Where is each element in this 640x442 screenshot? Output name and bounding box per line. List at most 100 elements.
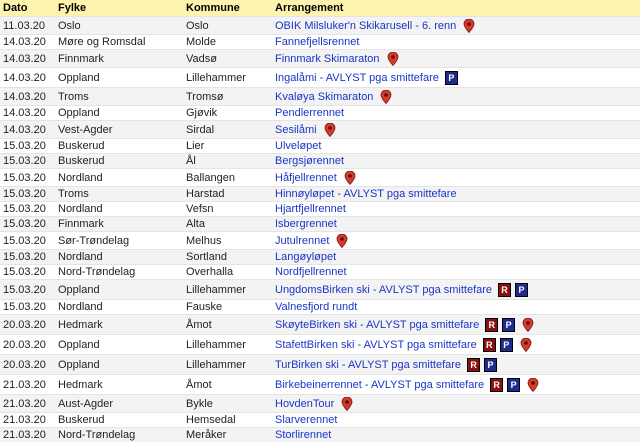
cell-kommune: Ballangen: [183, 169, 272, 187]
cell-date: 15.03.20: [0, 202, 55, 217]
cell-fylke: Aust-Agder: [55, 395, 183, 413]
cell-kommune: Vadsø: [183, 50, 272, 68]
table-row: 15.03.20OpplandLillehammerUngdomsBirken …: [0, 280, 640, 300]
cell-kommune: Lier: [183, 139, 272, 154]
map-pin-icon[interactable]: [344, 171, 356, 185]
event-link[interactable]: Valnesfjord rundt: [275, 301, 357, 313]
cell-arrangement: Jutulrennet: [272, 232, 640, 250]
cell-arrangement: Nordfjellrennet: [272, 265, 640, 280]
cell-fylke: Nord-Trøndelag: [55, 428, 183, 442]
event-link[interactable]: Pendlerrennet: [275, 107, 344, 119]
cell-date: 21.03.20: [0, 375, 55, 395]
cell-fylke: Nordland: [55, 202, 183, 217]
registration-badge-icon[interactable]: R: [498, 283, 511, 297]
parking-badge-icon[interactable]: P: [507, 378, 520, 392]
registration-badge-icon[interactable]: R: [490, 378, 503, 392]
cell-kommune: Oslo: [183, 17, 272, 35]
cell-date: 21.03.20: [0, 428, 55, 442]
event-link[interactable]: Langøyløpet: [275, 251, 336, 263]
event-link[interactable]: Ingalåmi - AVLYST pga smittefare: [275, 71, 439, 83]
table-row: 15.03.20NordlandFauskeValnesfjord rundt: [0, 300, 640, 315]
event-link[interactable]: Hinnøyløpet - AVLYST pga smittefare: [275, 188, 457, 200]
cell-arrangement: Hjartfjellrennet: [272, 202, 640, 217]
header-date[interactable]: Dato: [0, 0, 55, 17]
cell-date: 15.03.20: [0, 232, 55, 250]
cell-date: 20.03.20: [0, 355, 55, 375]
event-link[interactable]: TurBirken ski - AVLYST pga smittefare: [275, 358, 461, 370]
event-link[interactable]: Fannefjellsrennet: [275, 36, 359, 48]
cell-date: 15.03.20: [0, 139, 55, 154]
event-link[interactable]: Sesilåmi: [275, 123, 317, 135]
cell-kommune: Åmot: [183, 315, 272, 335]
event-link[interactable]: StafettBirken ski - AVLYST pga smittefar…: [275, 338, 477, 350]
table-row: 15.03.20NordlandVefsnHjartfjellrennet: [0, 202, 640, 217]
cell-kommune: Sortland: [183, 250, 272, 265]
event-link[interactable]: SkøyteBirken ski - AVLYST pga smittefare: [275, 318, 479, 330]
table-row: 21.03.20Aust-AgderBykleHovdenTour: [0, 395, 640, 413]
map-pin-icon[interactable]: [520, 338, 532, 352]
cell-date: 14.03.20: [0, 35, 55, 50]
cell-arrangement: Pendlerrennet: [272, 106, 640, 121]
registration-badge-icon[interactable]: R: [485, 318, 498, 332]
cell-kommune: Overhalla: [183, 265, 272, 280]
event-link[interactable]: HovdenTour: [275, 397, 334, 409]
event-link[interactable]: Jutulrennet: [275, 234, 329, 246]
event-link[interactable]: Håfjellrennet: [275, 171, 337, 183]
event-link[interactable]: Storlirennet: [275, 429, 331, 441]
header-fylke[interactable]: Fylke: [55, 0, 183, 17]
registration-badge-icon[interactable]: R: [483, 338, 496, 352]
parking-badge-icon[interactable]: P: [500, 338, 513, 352]
table-row: 15.03.20BuskerudÅlBergsjørennet: [0, 154, 640, 169]
event-link[interactable]: Isbergrennet: [275, 218, 337, 230]
table-row: 14.03.20TromsTromsøKvaløya Skimaraton: [0, 88, 640, 106]
parking-badge-icon[interactable]: P: [484, 358, 497, 372]
cell-date: 21.03.20: [0, 413, 55, 428]
event-link[interactable]: Nordfjellrennet: [275, 266, 347, 278]
cell-date: 15.03.20: [0, 169, 55, 187]
cell-arrangement: Håfjellrennet: [272, 169, 640, 187]
cell-fylke: Oppland: [55, 280, 183, 300]
cell-date: 20.03.20: [0, 315, 55, 335]
parking-badge-icon[interactable]: P: [502, 318, 515, 332]
cell-arrangement: Langøyløpet: [272, 250, 640, 265]
cell-kommune: Harstad: [183, 187, 272, 202]
event-link[interactable]: Finnmark Skimaraton: [275, 52, 380, 64]
parking-badge-icon[interactable]: P: [515, 283, 528, 297]
event-link[interactable]: Bergsjørennet: [275, 155, 344, 167]
cell-fylke: Finnmark: [55, 217, 183, 232]
cell-date: 14.03.20: [0, 121, 55, 139]
header-kommune[interactable]: Kommune: [183, 0, 272, 17]
cell-fylke: Møre og Romsdal: [55, 35, 183, 50]
map-pin-icon[interactable]: [463, 19, 475, 33]
cell-arrangement: Hinnøyløpet - AVLYST pga smittefare: [272, 187, 640, 202]
table-row: 14.03.20Vest-AgderSirdalSesilåmi: [0, 121, 640, 139]
cell-arrangement: SkøyteBirken ski - AVLYST pga smittefare…: [272, 315, 640, 335]
table-row: 20.03.20OpplandLillehammerTurBirken ski …: [0, 355, 640, 375]
event-link[interactable]: OBIK Milsluker'n Skikarusell - 6. renn: [275, 19, 456, 31]
map-pin-icon[interactable]: [341, 397, 353, 411]
map-pin-icon[interactable]: [527, 378, 539, 392]
cell-date: 11.03.20: [0, 17, 55, 35]
map-pin-icon[interactable]: [387, 52, 399, 66]
map-pin-icon[interactable]: [336, 234, 348, 248]
cell-fylke: Oppland: [55, 106, 183, 121]
registration-badge-icon[interactable]: R: [467, 358, 480, 372]
cell-date: 15.03.20: [0, 154, 55, 169]
map-pin-icon[interactable]: [380, 90, 392, 104]
cell-arrangement: Ingalåmi - AVLYST pga smittefare P: [272, 68, 640, 88]
table-row: 21.03.20Nord-TrøndelagMeråkerStorlirenne…: [0, 428, 640, 442]
map-pin-icon[interactable]: [324, 123, 336, 137]
cell-kommune: Lillehammer: [183, 68, 272, 88]
cell-date: 15.03.20: [0, 187, 55, 202]
event-link[interactable]: Ulveløpet: [275, 140, 321, 152]
cell-date: 15.03.20: [0, 250, 55, 265]
cell-fylke: Nordland: [55, 169, 183, 187]
header-arrangement[interactable]: Arrangement: [272, 0, 640, 17]
parking-badge-icon[interactable]: P: [445, 71, 458, 85]
event-link[interactable]: Kvaløya Skimaraton: [275, 90, 373, 102]
event-link[interactable]: Birkebeinerrennet - AVLYST pga smittefar…: [275, 378, 484, 390]
event-link[interactable]: UngdomsBirken ski - AVLYST pga smittefar…: [275, 283, 492, 295]
map-pin-icon[interactable]: [522, 318, 534, 332]
event-link[interactable]: Hjartfjellrennet: [275, 203, 346, 215]
event-link[interactable]: Slarverennet: [275, 414, 337, 426]
